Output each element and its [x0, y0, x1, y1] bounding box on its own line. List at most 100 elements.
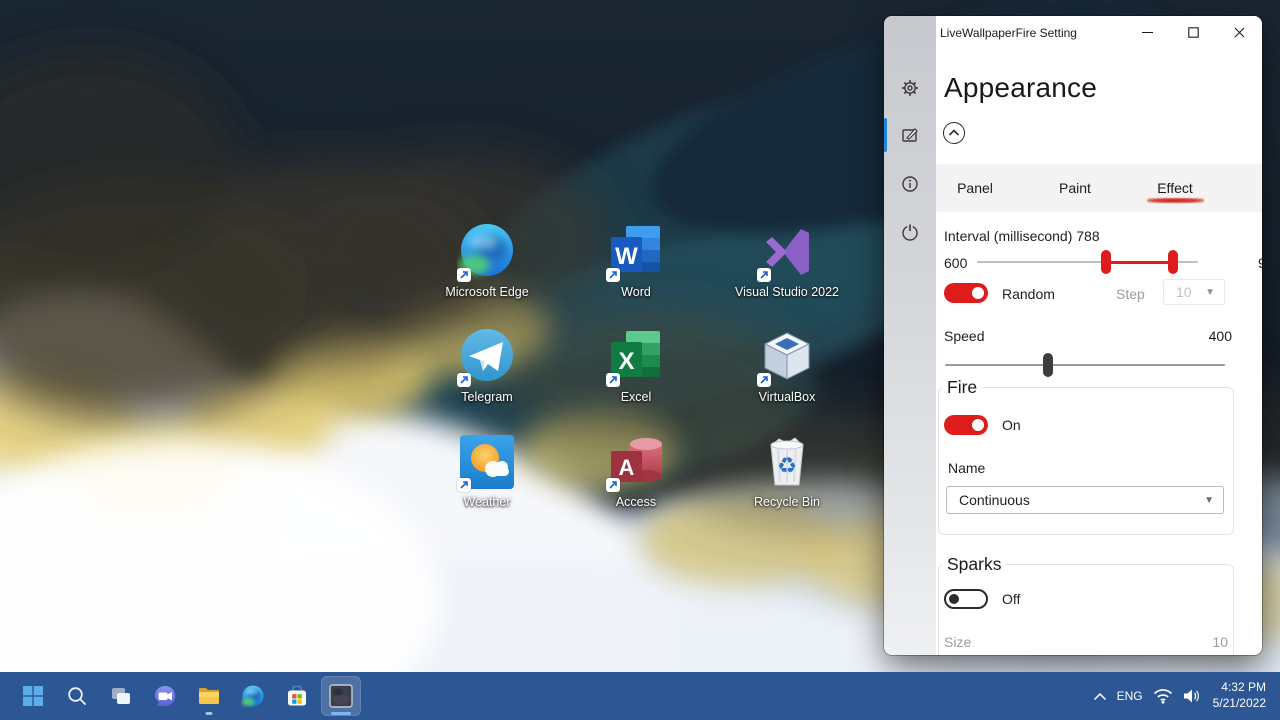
- chevron-up-icon: [948, 129, 960, 136]
- power-icon[interactable]: [901, 223, 919, 241]
- file-explorer-button[interactable]: [189, 676, 229, 716]
- volume-icon[interactable]: [1183, 688, 1203, 704]
- interval-max-handle[interactable]: [1168, 250, 1178, 274]
- speed-slider-handle[interactable]: [1043, 353, 1053, 377]
- fire-name-label: Name: [948, 460, 986, 476]
- tab-bar: Panel Paint Effect: [936, 164, 1262, 212]
- clock-date: 5/21/2022: [1212, 696, 1266, 710]
- interval-min-label: 600: [944, 255, 968, 271]
- running-indicator: [205, 712, 213, 715]
- task-view-icon: [112, 688, 130, 704]
- fire-group-legend: Fire: [942, 377, 983, 398]
- task-view-button[interactable]: [101, 676, 141, 716]
- step-label: Step: [1116, 286, 1145, 302]
- tray-chevron-up-icon[interactable]: [1093, 692, 1107, 701]
- appearance-edit-icon[interactable]: [901, 126, 919, 144]
- desktop-icon-access[interactable]: A Access: [576, 432, 696, 510]
- sidebar-selection-indicator: [884, 118, 887, 152]
- windows-logo-icon: [23, 686, 43, 706]
- collapse-button[interactable]: [943, 122, 965, 144]
- sparks-toggle[interactable]: [944, 589, 988, 609]
- microsoft-store-icon: [288, 685, 306, 706]
- speed-value: 400: [1208, 328, 1232, 344]
- desktop-icon-recycle-bin[interactable]: ♻ Recycle Bin: [727, 432, 847, 510]
- window-title: LiveWallpaperFire Setting: [940, 26, 1077, 40]
- edge-button[interactable]: [233, 676, 273, 716]
- fire-toggle[interactable]: [944, 415, 988, 435]
- interval-label: Interval (millisecond) 788: [944, 228, 1100, 244]
- shortcut-arrow-icon: [457, 268, 471, 282]
- chevron-down-icon: ▼: [1205, 286, 1215, 298]
- recycle-bin-icon: ♻: [770, 437, 804, 486]
- desktop-icon-excel[interactable]: X Excel: [576, 327, 696, 405]
- wifi-icon[interactable]: [1153, 688, 1173, 704]
- clock[interactable]: 4:32 PM 5/21/2022: [1213, 680, 1266, 711]
- random-toggle[interactable]: [944, 283, 988, 303]
- minimize-button[interactable]: [1124, 16, 1170, 48]
- sparks-group: [938, 564, 1234, 655]
- chat-icon: [155, 686, 175, 706]
- desktop-icon-virtualbox[interactable]: VirtualBox: [727, 327, 847, 405]
- taskbar: ENG 4:32 PM 5/21/2022: [0, 672, 1280, 720]
- speed-label: Speed: [944, 328, 985, 344]
- interval-value: 788: [1076, 228, 1100, 244]
- start-button[interactable]: [13, 676, 53, 716]
- sparks-size-label: Size: [944, 634, 972, 650]
- desktop-icon-label: Recycle Bin: [754, 495, 820, 509]
- interval-max-label: 900: [1258, 255, 1262, 271]
- tab-paint[interactable]: Paint: [1048, 164, 1102, 212]
- interval-range-active: [1106, 260, 1173, 264]
- fire-name-dropdown[interactable]: Continuous ▼: [946, 486, 1224, 514]
- close-button[interactable]: [1216, 16, 1262, 48]
- livewallpaperfire-app-icon: [329, 684, 353, 708]
- shortcut-arrow-icon: [457, 373, 471, 387]
- desktop-icon-label: Telegram: [461, 390, 513, 404]
- desktop-icon-label: VirtualBox: [758, 390, 816, 404]
- file-explorer-icon: [199, 688, 219, 704]
- edge-icon: [241, 685, 264, 707]
- interval-min-handle[interactable]: [1101, 250, 1111, 274]
- svg-text:X: X: [618, 348, 634, 375]
- info-icon[interactable]: [901, 175, 919, 193]
- active-tab-underline: [1147, 198, 1204, 203]
- clock-time: 4:32 PM: [1221, 680, 1266, 695]
- search-button[interactable]: [57, 676, 97, 716]
- desktop-icon-label: Excel: [620, 390, 652, 404]
- tab-panel[interactable]: Panel: [948, 164, 1002, 212]
- shortcut-arrow-icon: [606, 373, 620, 387]
- shortcut-arrow-icon: [457, 478, 471, 492]
- language-indicator[interactable]: ENG: [1117, 689, 1143, 703]
- desktop-icon-label: Microsoft Edge: [445, 285, 529, 299]
- tab-effect[interactable]: Effect: [1148, 164, 1202, 212]
- desktop: Microsoft Edge W Word Visual Studio 2022…: [0, 0, 1280, 720]
- livewallpaperfire-app-button[interactable]: [321, 676, 361, 716]
- svg-text:W: W: [615, 243, 638, 270]
- sparks-size-value: 10: [1212, 634, 1228, 650]
- search-icon: [68, 687, 86, 705]
- chevron-down-icon: ▼: [1204, 494, 1214, 506]
- settings-sidebar: [884, 16, 936, 655]
- shortcut-arrow-icon: [606, 478, 620, 492]
- chat-button[interactable]: [145, 676, 185, 716]
- step-dropdown: 10 ▼: [1163, 279, 1225, 305]
- speed-slider-track[interactable]: [945, 364, 1225, 366]
- livewallpaperfire-settings-window: LiveWallpaperFire Setting Appearance Pan…: [884, 16, 1262, 655]
- sparks-toggle-label: Off: [1002, 591, 1021, 607]
- random-label: Random: [1002, 286, 1055, 302]
- maximize-button[interactable]: [1170, 16, 1216, 48]
- gear-icon[interactable]: [901, 79, 919, 97]
- sparks-group-legend: Sparks: [942, 554, 1007, 575]
- desktop-icon-label: Access: [615, 495, 657, 509]
- svg-text:♻: ♻: [777, 453, 797, 478]
- store-button[interactable]: [277, 676, 317, 716]
- shortcut-arrow-icon: [606, 268, 620, 282]
- desktop-icon-label: Word: [621, 285, 651, 299]
- desktop-icon-weather[interactable]: Weather: [427, 432, 547, 510]
- desktop-icon-visual-studio[interactable]: Visual Studio 2022: [727, 222, 847, 300]
- desktop-icon-label: Weather: [463, 495, 511, 509]
- desktop-icon-microsoft-edge[interactable]: Microsoft Edge: [427, 222, 547, 300]
- desktop-icon-word[interactable]: W Word: [576, 222, 696, 300]
- active-app-indicator: [331, 712, 351, 715]
- settings-content: LiveWallpaperFire Setting Appearance Pan…: [936, 16, 1262, 655]
- desktop-icon-telegram[interactable]: Telegram: [427, 327, 547, 405]
